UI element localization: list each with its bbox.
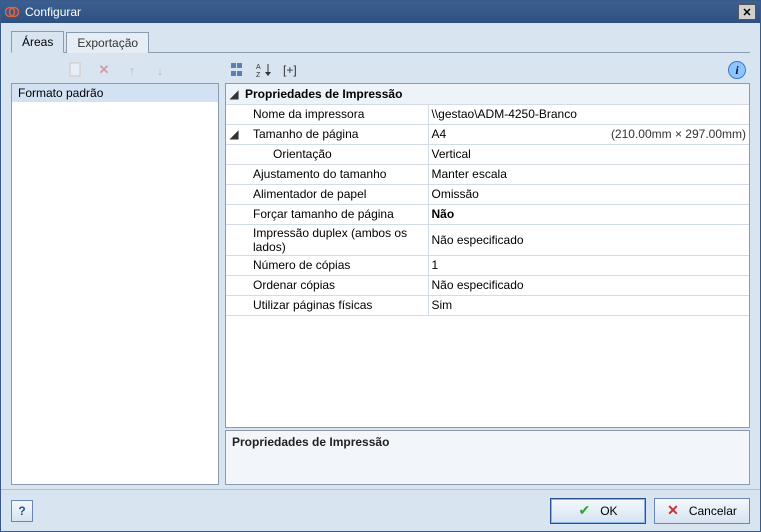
property-row[interactable]: Ajustamento do tamanho Manter escala: [226, 164, 749, 184]
left-toolbar: ✕ ↑ ↓: [11, 59, 225, 81]
property-value[interactable]: \\gestao\ADM-4250-Branco: [428, 104, 749, 124]
close-icon: ✕: [742, 6, 751, 19]
format-list[interactable]: Formato padrão: [11, 83, 219, 485]
dialog-footer: ? ✔ OK ✕ Cancelar: [1, 489, 760, 531]
property-value[interactable]: Não especificado: [428, 224, 749, 255]
tab-label: Áreas: [22, 35, 53, 49]
move-down-icon: ↓: [151, 61, 169, 79]
property-label: Utilizar páginas físicas: [245, 298, 372, 312]
tab-label: Exportação: [77, 36, 138, 50]
ok-button[interactable]: ✔ OK: [550, 498, 646, 524]
property-label: Ordenar cópias: [245, 278, 335, 292]
property-row[interactable]: Alimentador de papel Omissão: [226, 184, 749, 204]
close-button[interactable]: ✕: [738, 4, 756, 20]
tab-areas[interactable]: Áreas: [11, 31, 64, 53]
info-button[interactable]: i: [728, 61, 746, 79]
list-item[interactable]: Formato padrão: [12, 84, 218, 102]
property-value[interactable]: 1: [428, 255, 749, 275]
property-row[interactable]: Nome da impressora \\gestao\ADM-4250-Bra…: [226, 104, 749, 124]
right-toolbar: A Z [+] i: [225, 59, 750, 81]
property-label: Ajustamento do tamanho: [245, 167, 386, 181]
titlebar: Configurar ✕: [1, 1, 760, 23]
categorized-view-button[interactable]: [229, 61, 247, 79]
info-icon: i: [735, 63, 738, 78]
property-grid[interactable]: ◢ Propriedades de Impressão Nome da impr…: [225, 83, 750, 428]
window-title: Configurar: [25, 5, 738, 19]
collapse-icon[interactable]: ◢: [226, 84, 242, 104]
property-label: Nome da impressora: [245, 107, 364, 121]
tab-exportacao[interactable]: Exportação: [66, 32, 149, 53]
property-value[interactable]: A4 (210.00mm × 297.00mm): [428, 124, 749, 144]
app-logo-icon: [5, 5, 19, 19]
property-group-row[interactable]: ◢ Propriedades de Impressão: [226, 84, 749, 104]
property-label: Número de cópias: [245, 258, 350, 272]
alphabetical-sort-button[interactable]: A Z: [255, 61, 275, 79]
property-label: Tamanho de página: [245, 127, 358, 141]
property-row[interactable]: Utilizar páginas físicas Sim: [226, 295, 749, 315]
toolbar-row: ✕ ↑ ↓ A Z [: [11, 59, 750, 81]
property-row[interactable]: Ordenar cópias Não especificado: [226, 275, 749, 295]
content-area: Áreas Exportação ✕ ↑ ↓: [1, 23, 760, 489]
split-panes: Formato padrão ◢ Propriedades de Impress…: [11, 83, 750, 485]
property-row[interactable]: Orientação Vertical: [226, 144, 749, 164]
help-icon: ?: [18, 504, 25, 518]
list-item-label: Formato padrão: [18, 86, 103, 100]
right-pane: ◢ Propriedades de Impressão Nome da impr…: [225, 83, 750, 485]
property-value[interactable]: Manter escala: [428, 164, 749, 184]
new-item-icon: [67, 61, 85, 79]
collapse-icon[interactable]: ◢: [226, 124, 242, 144]
property-label: Impressão duplex (ambos os lados): [245, 226, 425, 254]
help-button[interactable]: ?: [11, 500, 33, 522]
svg-text:A: A: [256, 64, 261, 71]
tab-bar: Áreas Exportação: [11, 29, 750, 53]
delete-icon: ✕: [95, 61, 113, 79]
property-value[interactable]: Vertical: [428, 144, 749, 164]
group-title: Propriedades de Impressão: [242, 84, 749, 104]
description-title: Propriedades de Impressão: [232, 435, 389, 449]
property-row[interactable]: Forçar tamanho de página Não: [226, 204, 749, 224]
tab-body: ✕ ↑ ↓ A Z [: [11, 55, 750, 485]
property-extra: (210.00mm × 297.00mm): [611, 127, 746, 141]
ok-label: OK: [600, 504, 617, 518]
property-label: Orientação: [245, 147, 332, 161]
cancel-label: Cancelar: [689, 504, 737, 518]
property-label: Alimentador de papel: [245, 187, 366, 201]
x-icon: ✕: [667, 502, 679, 519]
property-value[interactable]: Omissão: [428, 184, 749, 204]
property-value[interactable]: Não: [428, 204, 749, 224]
property-label: Forçar tamanho de página: [245, 207, 394, 221]
cancel-button[interactable]: ✕ Cancelar: [654, 498, 750, 524]
svg-text:Z: Z: [256, 72, 261, 78]
dialog-window: Configurar ✕ Áreas Exportação ✕ ↑: [0, 0, 761, 532]
expand-all-button[interactable]: [+]: [283, 63, 297, 77]
property-row[interactable]: Número de cópias 1: [226, 255, 749, 275]
property-value[interactable]: Sim: [428, 295, 749, 315]
move-up-icon: ↑: [123, 61, 141, 79]
property-row[interactable]: ◢ Tamanho de página A4 (210.00mm × 297.0…: [226, 124, 749, 144]
property-value[interactable]: Não especificado: [428, 275, 749, 295]
check-icon: ✔: [578, 502, 590, 519]
property-row[interactable]: Impressão duplex (ambos os lados) Não es…: [226, 224, 749, 255]
description-pane: Propriedades de Impressão: [225, 430, 750, 485]
